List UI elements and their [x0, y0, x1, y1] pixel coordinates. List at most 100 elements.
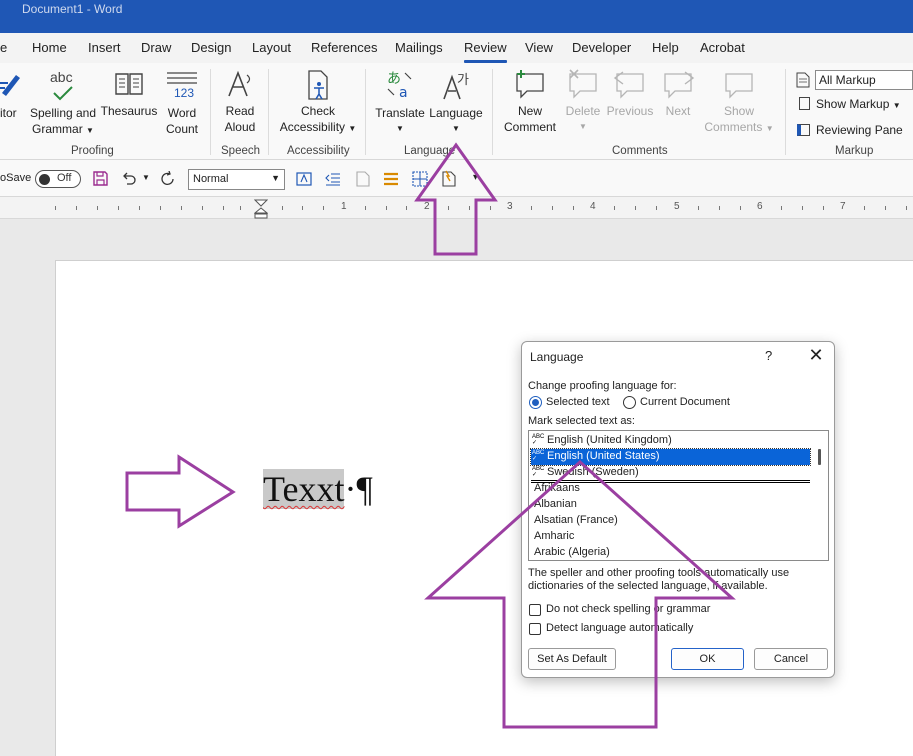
ruler-tick: [448, 206, 449, 210]
language-dialog: Language ? ✕ Change proofing language fo…: [521, 341, 835, 678]
new-comment-icon: [516, 70, 544, 99]
show-markup-button[interactable]: Show Markup ▼: [799, 97, 901, 111]
chevron-down-icon: ▼: [452, 124, 460, 133]
list-item[interactable]: Albanian: [531, 497, 810, 513]
translate-button[interactable]: あ a Translate ▼: [372, 69, 428, 137]
new-comment-label-1: New: [517, 104, 542, 118]
word-count-button[interactable]: 123 Word Count: [160, 69, 204, 137]
tab-references[interactable]: References: [311, 40, 377, 55]
paragraph-mark: ·¶: [344, 469, 373, 509]
radio-selected-text[interactable]: [529, 396, 542, 409]
tab-view[interactable]: View: [525, 40, 553, 55]
book-icon: [115, 73, 143, 95]
detect-language-label[interactable]: Detect language automatically: [546, 622, 693, 634]
window-title: Document1 - Word: [22, 2, 123, 16]
list-item[interactable]: ABC ✓ English (United Kingdom): [531, 433, 810, 449]
selected-text[interactable]: Texxt: [263, 469, 345, 509]
tab-draw[interactable]: Draw: [141, 40, 171, 55]
close-button[interactable]: ✕: [804, 345, 828, 367]
list-item[interactable]: Alsatian (France): [531, 513, 810, 529]
list-item[interactable]: Amharic: [531, 529, 810, 545]
ok-button[interactable]: OK: [671, 648, 744, 670]
previous-comment-button[interactable]: Previous: [606, 69, 654, 119]
language-name: English (United States): [547, 450, 660, 462]
help-button[interactable]: ?: [765, 348, 772, 363]
tab-acrobat[interactable]: Acrobat: [700, 40, 745, 55]
table-icon[interactable]: [412, 171, 428, 187]
delete-comment-button[interactable]: Delete ▼: [562, 69, 604, 135]
tab-layout[interactable]: Layout: [252, 40, 291, 55]
show-comments-label-1: Show: [723, 104, 755, 118]
text-box-icon[interactable]: [296, 172, 312, 186]
language-name: Swedish (Sweden): [547, 466, 639, 478]
next-comment-button[interactable]: Next: [658, 69, 698, 119]
detect-language-checkbox[interactable]: [529, 623, 541, 635]
tab-home[interactable]: Home: [32, 40, 67, 55]
list-item[interactable]: Afrikaans: [531, 481, 810, 497]
cancel-button[interactable]: Cancel: [754, 648, 828, 670]
document-icon[interactable]: [355, 171, 371, 187]
new-comment-label-2: Comment: [503, 120, 556, 134]
autosave-toggle[interactable]: Off: [35, 170, 81, 188]
undo-icon[interactable]: [121, 171, 137, 186]
check-accessibility-button[interactable]: Check Accessibility ▼: [276, 69, 360, 137]
markup-select-value: All Markup: [815, 70, 913, 90]
radio-current-document[interactable]: [623, 396, 636, 409]
comment-doc-icon[interactable]: [441, 170, 457, 187]
editor-button[interactable]: itor: [0, 69, 22, 120]
decrease-indent-icon[interactable]: [325, 172, 341, 186]
tab-insert[interactable]: Insert: [88, 40, 121, 55]
list-item[interactable]: Arabic (Algeria): [531, 545, 810, 560]
reviewing-pane-button[interactable]: Reviewing Pane: [797, 123, 903, 137]
indent-marker-icon[interactable]: [254, 199, 268, 219]
ruler-tick: [531, 206, 532, 210]
language-button[interactable]: 가 Language ▼: [428, 69, 484, 137]
autosave-state: Off: [57, 172, 72, 184]
close-icon: ✕: [808, 345, 824, 365]
word-count-icon: 123: [160, 69, 204, 103]
save-icon[interactable]: [93, 171, 108, 186]
tab-design[interactable]: Design: [191, 40, 231, 55]
tab-mailings[interactable]: Mailings: [395, 40, 443, 55]
show-comments-button[interactable]: Show Comments ▼: [702, 69, 776, 137]
spelling-label-1: Spelling and: [29, 106, 97, 120]
horizontal-ruler[interactable]: 1 2 3 4 5 6 7: [0, 197, 913, 219]
svg-text:a: a: [399, 85, 408, 101]
ruler-tick: [573, 206, 574, 210]
language-name: Afrikaans: [534, 482, 580, 494]
style-select[interactable]: Normal ▼: [188, 169, 285, 190]
radio-selected-text-label[interactable]: Selected text: [546, 396, 610, 408]
translate-label: Translate: [375, 106, 425, 120]
spelling-label-2: Grammar ▼: [32, 122, 94, 136]
spelling-grammar-button[interactable]: abc Spelling and Grammar ▼: [28, 69, 98, 139]
scrollbar-thumb[interactable]: [818, 449, 821, 465]
ruler-tick: [719, 206, 720, 210]
ruler-tick: [406, 206, 407, 210]
list-item-selected[interactable]: ABC ✓ English (United States): [530, 448, 811, 466]
customize-qat-icon[interactable]: ▾: [473, 172, 478, 183]
list-scrollbar[interactable]: [811, 431, 828, 560]
markup-select[interactable]: All Markup: [796, 70, 913, 90]
language-icon: 가: [443, 73, 469, 100]
language-list[interactable]: ABC ✓ English (United Kingdom) ABC ✓ Engli…: [528, 430, 829, 561]
no-spelling-checkbox[interactable]: [529, 604, 541, 616]
tab-file-partial[interactable]: e: [0, 40, 7, 55]
set-as-default-button[interactable]: Set As Default: [528, 648, 616, 670]
editor-label: itor: [0, 106, 17, 120]
redo-icon[interactable]: [160, 171, 176, 187]
style-select-value: Normal: [193, 173, 229, 185]
tab-review[interactable]: Review: [464, 40, 507, 63]
group-separator: [210, 69, 211, 155]
no-spelling-label[interactable]: Do not check spelling or grammar: [546, 603, 710, 615]
list-icon[interactable]: [383, 172, 399, 186]
tab-help[interactable]: Help: [652, 40, 679, 55]
document-text[interactable]: Texxt·¶: [263, 467, 373, 511]
thesaurus-button[interactable]: Thesaurus: [100, 69, 158, 119]
new-comment-button[interactable]: New Comment: [498, 69, 562, 135]
tab-developer[interactable]: Developer: [572, 40, 631, 55]
radio-current-document-label[interactable]: Current Document: [640, 396, 730, 408]
list-item[interactable]: ABC ✓ Swedish (Sweden): [531, 465, 810, 481]
dialog-title: Language: [530, 350, 584, 364]
read-aloud-button[interactable]: Read Aloud: [220, 69, 260, 135]
chevron-down-icon[interactable]: ▼: [142, 173, 150, 182]
